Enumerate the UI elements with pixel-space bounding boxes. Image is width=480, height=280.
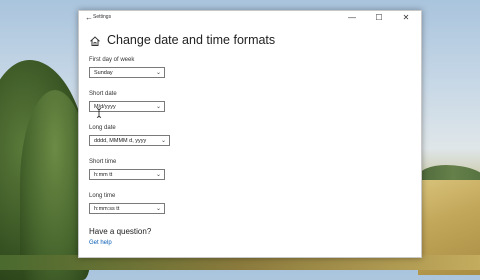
home-icon[interactable] (89, 35, 101, 47)
short-date-label: Short date (89, 91, 117, 97)
page-heading: Change date and time formats (89, 33, 409, 51)
settings-window: ← Settings — ☐ ✕ Change date and time fo… (78, 10, 422, 258)
first-day-of-week-label: First day of week (89, 57, 135, 63)
window-title: Settings (93, 14, 112, 20)
long-time-dropdown[interactable]: h:mm:ss tt ⌄ (89, 203, 165, 214)
short-time-value: h:mm tt (94, 172, 113, 178)
page-title: Change date and time formats (107, 33, 276, 47)
long-time-value: h:mm:ss tt (94, 206, 120, 212)
minimize-button[interactable]: — (341, 11, 363, 25)
help-heading: Have a question? (89, 227, 152, 236)
text-cursor-icon (96, 108, 102, 118)
first-day-of-week-value: Sunday (94, 70, 113, 76)
long-time-label: Long time (89, 193, 116, 199)
long-date-value: dddd, MMMM d, yyyy (94, 138, 147, 144)
maximize-button[interactable]: ☐ (368, 11, 390, 25)
chevron-down-icon: ⌄ (155, 70, 161, 76)
long-date-label: Long date (89, 125, 116, 131)
chevron-down-icon: ⌄ (155, 206, 161, 212)
short-time-dropdown[interactable]: h:mm tt ⌄ (89, 169, 165, 180)
close-button[interactable]: ✕ (395, 11, 417, 25)
chevron-down-icon: ⌄ (155, 104, 161, 110)
first-day-of-week-dropdown[interactable]: Sunday ⌄ (89, 67, 165, 78)
long-date-dropdown[interactable]: dddd, MMMM d, yyyy ⌄ (89, 135, 170, 146)
get-help-link[interactable]: Get help (89, 240, 112, 246)
short-time-label: Short time (89, 159, 117, 165)
chevron-down-icon: ⌄ (155, 172, 161, 178)
chevron-down-icon: ⌄ (160, 138, 166, 144)
title-bar: ← Settings — ☐ ✕ (79, 11, 421, 25)
